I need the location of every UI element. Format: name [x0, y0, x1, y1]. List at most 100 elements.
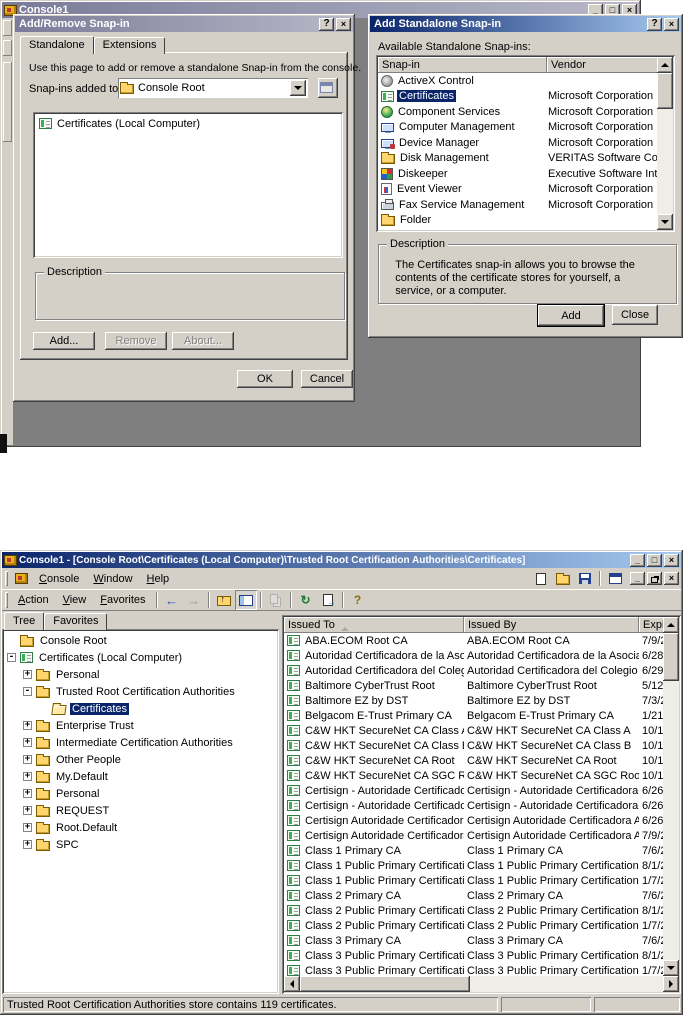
- remove-button[interactable]: Remove: [105, 332, 167, 350]
- menu-view[interactable]: View: [56, 591, 94, 609]
- help-button[interactable]: [319, 17, 334, 31]
- scroll-right-button[interactable]: [663, 976, 679, 992]
- tree-expander-icon[interactable]: [23, 721, 32, 730]
- column-header-vendor[interactable]: Vendor: [547, 57, 659, 73]
- refresh-button[interactable]: [295, 590, 317, 610]
- tree-item[interactable]: Personal: [3, 666, 278, 683]
- scroll-up-button[interactable]: [663, 617, 679, 633]
- add-button[interactable]: Add: [538, 305, 604, 326]
- dropdown-button[interactable]: [290, 80, 306, 96]
- tab-favorites[interactable]: Favorites: [44, 613, 108, 630]
- snapin-row[interactable]: Device Manager Microsoft Corporation: [378, 135, 657, 151]
- snapin-row[interactable]: ActiveX Control: [378, 73, 657, 89]
- certificate-row[interactable]: C&W HKT SecureNet CA SGC Root C&W HKT Se…: [284, 768, 667, 783]
- scroll-up-button[interactable]: [657, 57, 673, 73]
- close-button[interactable]: ×: [664, 553, 679, 567]
- snapin-row[interactable]: Diskeeper Executive Software Inte...: [378, 166, 657, 182]
- certificate-row[interactable]: Class 3 Primary CA Class 3 Primary CA 7/…: [284, 933, 667, 948]
- back-button[interactable]: [161, 590, 183, 610]
- vertical-scrollbar[interactable]: [657, 73, 673, 214]
- certificate-row[interactable]: Class 1 Primary CA Class 1 Primary CA 7/…: [284, 843, 667, 858]
- menu-help[interactable]: Help: [140, 570, 177, 588]
- certificate-row[interactable]: Class 2 Public Primary Certification... …: [284, 918, 667, 933]
- child-close-button[interactable]: ×: [664, 572, 679, 585]
- certificate-row[interactable]: Certisign - Autoridade Certificador... C…: [284, 783, 667, 798]
- tree-expander-icon[interactable]: [23, 840, 32, 849]
- tree-item[interactable]: REQUEST: [3, 802, 278, 819]
- certificate-row[interactable]: Baltimore CyberTrust Root Baltimore Cybe…: [284, 678, 667, 693]
- save-console-button[interactable]: [574, 569, 596, 589]
- snapin-row[interactable]: Fax Service Management Microsoft Corpora…: [378, 197, 657, 213]
- tab-standalone[interactable]: Standalone: [20, 36, 94, 54]
- copy-button[interactable]: [265, 590, 287, 610]
- new-console-button[interactable]: [530, 569, 552, 589]
- certificate-row[interactable]: Baltimore EZ by DST Baltimore EZ by DST …: [284, 693, 667, 708]
- tree-expander-icon[interactable]: [23, 687, 32, 696]
- snapin-row[interactable]: Computer Management Microsoft Corporatio…: [378, 120, 657, 136]
- certificate-row[interactable]: Class 1 Public Primary Certification... …: [284, 873, 667, 888]
- snapin-row[interactable]: Disk Management VERITAS Software Cor...: [378, 151, 657, 167]
- tree-expander-icon[interactable]: [23, 738, 32, 747]
- certificate-row[interactable]: Certisign Autoridade Certificadora ... C…: [284, 813, 667, 828]
- menu-favorites[interactable]: Favorites: [93, 591, 152, 609]
- horizontal-scrollbar[interactable]: [300, 976, 663, 992]
- forward-button[interactable]: [183, 590, 205, 610]
- certificate-row[interactable]: C&W HKT SecureNet CA Class B C&W HKT Sec…: [284, 738, 667, 753]
- menu-console[interactable]: Console: [32, 570, 86, 588]
- tree-item[interactable]: SPC: [3, 836, 278, 853]
- close-button[interactable]: Close: [612, 305, 658, 325]
- scrollbar-thumb[interactable]: [300, 976, 470, 992]
- tab-extensions[interactable]: Extensions: [93, 37, 166, 54]
- certificate-row[interactable]: Autoridad Certificadora de la Asoci... A…: [284, 648, 667, 663]
- scroll-down-button[interactable]: [657, 214, 673, 230]
- tree-item[interactable]: Console Root: [3, 632, 278, 649]
- child-restore-button[interactable]: [647, 572, 662, 585]
- menu-window[interactable]: Window: [86, 570, 139, 588]
- tree-item[interactable]: Personal: [3, 785, 278, 802]
- tree-expander-icon[interactable]: [23, 789, 32, 798]
- vertical-scrollbar[interactable]: [663, 633, 679, 960]
- child-minimize-button[interactable]: _: [630, 572, 645, 585]
- add-button[interactable]: Add...: [33, 332, 95, 350]
- close-icon[interactable]: ×: [336, 17, 351, 31]
- certificate-row[interactable]: Certisign - Autoridade Certificador... C…: [284, 798, 667, 813]
- scroll-left-button[interactable]: [284, 976, 300, 992]
- about-button[interactable]: About...: [172, 332, 234, 350]
- certificate-row[interactable]: Certisign Autoridade Certificadora ... C…: [284, 828, 667, 843]
- help-button[interactable]: [347, 590, 369, 610]
- help-button[interactable]: [647, 17, 662, 31]
- scroll-down-button[interactable]: [663, 960, 679, 976]
- tree-item[interactable]: My.Default: [3, 768, 278, 785]
- tree-item[interactable]: Root.Default: [3, 819, 278, 836]
- added-snapins-listbox[interactable]: Certificates (Local Computer): [33, 112, 343, 258]
- tree-expander-icon[interactable]: [23, 823, 32, 832]
- tree-item[interactable]: Enterprise Trust: [3, 717, 278, 734]
- snapin-list-item[interactable]: Certificates (Local Computer): [36, 116, 340, 131]
- parent-console-button[interactable]: [318, 78, 338, 98]
- menubar-grabber[interactable]: [5, 571, 8, 586]
- open-console-button[interactable]: [552, 569, 574, 589]
- snapin-row[interactable]: Folder: [378, 213, 657, 229]
- certificate-row[interactable]: Class 1 Public Primary Certification... …: [284, 858, 667, 873]
- certificate-row[interactable]: Class 2 Primary CA Class 2 Primary CA 7/…: [284, 888, 667, 903]
- minimize-button[interactable]: _: [630, 553, 645, 567]
- certificate-row[interactable]: Class 2 Public Primary Certification... …: [284, 903, 667, 918]
- snapin-row[interactable]: Certificates Microsoft Corporation: [378, 89, 657, 105]
- certificate-row[interactable]: Class 3 Public Primary Certification... …: [284, 963, 667, 976]
- tree-expander-icon[interactable]: [7, 653, 16, 662]
- certificate-row[interactable]: Belgacom E-Trust Primary CA Belgacom E-T…: [284, 708, 667, 723]
- tree-item[interactable]: Certificates: [3, 700, 278, 717]
- snapin-row[interactable]: Event Viewer Microsoft Corporation: [378, 182, 657, 198]
- certificate-row[interactable]: Autoridad Certificadora del Colegi... Au…: [284, 663, 667, 678]
- menu-action[interactable]: Action: [11, 591, 56, 609]
- up-one-level-button[interactable]: [213, 590, 235, 610]
- column-header-issued-by[interactable]: Issued By: [464, 617, 639, 633]
- toolbar-grabber[interactable]: [5, 592, 8, 607]
- tree-item[interactable]: Certificates (Local Computer): [3, 649, 278, 666]
- ok-button[interactable]: OK: [237, 370, 293, 388]
- tree-expander-icon[interactable]: [23, 670, 32, 679]
- scrollbar-thumb[interactable]: [663, 633, 679, 681]
- cancel-button[interactable]: Cancel: [301, 370, 353, 388]
- tree-expander-icon[interactable]: [23, 755, 32, 764]
- close-icon[interactable]: ×: [664, 17, 679, 31]
